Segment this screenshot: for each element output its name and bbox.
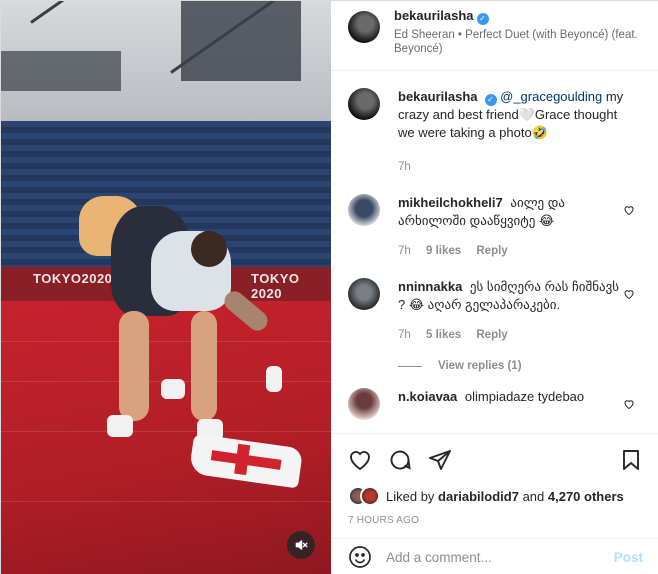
comment-item: mikheilchokheli7 აილე და არხილოში დააწყვ…: [348, 194, 643, 260]
avatar[interactable]: [348, 278, 380, 310]
avatar[interactable]: [348, 194, 380, 226]
like-heart-icon[interactable]: [348, 448, 372, 472]
like-comment-heart-icon[interactable]: [623, 398, 635, 413]
comment-time[interactable]: 7h: [398, 329, 411, 341]
liked-by-user-link[interactable]: dariabilodid7: [438, 489, 519, 504]
audio-track-link[interactable]: Ed Sheeran • Perfect Duet (with Beyoncé)…: [394, 28, 649, 56]
avatar[interactable]: [348, 11, 380, 43]
muted-speaker-icon: [294, 538, 308, 552]
like-comment-heart-icon[interactable]: [623, 288, 635, 303]
caption-time[interactable]: 7h: [398, 161, 411, 173]
reply-button[interactable]: Reply: [476, 245, 507, 257]
comment-username[interactable]: n.koiavaa: [398, 389, 457, 404]
post-side-panel: bekaurilasha ✓ Ed Sheeran • Perfect Duet …: [332, 1, 658, 574]
share-paper-plane-icon[interactable]: [428, 448, 452, 472]
comment-item: nninnakka ეს სიმღერა რას ჩიშნავს ? 😂 აღა…: [348, 278, 643, 344]
athlete-shoe: [107, 415, 133, 437]
light-rig: [181, 1, 301, 81]
athlete-shoe: [161, 379, 185, 399]
save-bookmark-icon[interactable]: [619, 448, 643, 472]
athlete-shoe: [266, 366, 282, 392]
avatar[interactable]: [360, 486, 380, 506]
banner-text-left: TOKYO2020: [33, 271, 113, 286]
comment-likes[interactable]: 9 likes: [426, 245, 461, 257]
add-comment-bar: Post: [332, 538, 658, 574]
avatar[interactable]: [348, 88, 380, 120]
comment-text: olimpiadaze tydebao: [464, 389, 585, 404]
avatar[interactable]: [348, 388, 380, 420]
caption-mention-link[interactable]: @_gracegoulding: [500, 89, 602, 104]
light-rig: [1, 51, 121, 91]
athlete-head: [191, 231, 227, 267]
emoji-smiley-icon[interactable]: [348, 545, 372, 569]
comment-likes[interactable]: 5 likes: [426, 329, 461, 341]
verified-badge-icon: ✓: [484, 94, 497, 106]
author-username[interactable]: bekaurilasha: [394, 8, 474, 23]
comments-list[interactable]: bekaurilasha ✓ @_gracegoulding my crazy a…: [332, 72, 658, 433]
caption: bekaurilasha ✓ @_gracegoulding my crazy a…: [348, 88, 643, 176]
post-actions: Liked by dariabilodid7 and 4,270 others …: [332, 433, 658, 553]
post-comment-button[interactable]: Post: [614, 550, 643, 565]
post-timestamp[interactable]: 7 HOURS AGO: [348, 515, 643, 526]
banner-text-right: TOKYO 2020: [251, 271, 300, 301]
verified-badge-icon: ✓: [476, 13, 489, 25]
like-comment-heart-icon[interactable]: [623, 204, 635, 219]
comment-bubble-icon[interactable]: [388, 448, 412, 472]
athlete-leg: [191, 311, 217, 421]
mute-button[interactable]: [287, 531, 315, 559]
comment-username[interactable]: nninnakka: [398, 279, 462, 294]
view-replies-button[interactable]: View replies (1): [398, 360, 643, 372]
comment-username[interactable]: mikheilchokheli7: [398, 195, 503, 210]
post-video[interactable]: TOKYO2020 TOKYO 2020: [1, 1, 331, 574]
caption-username[interactable]: bekaurilasha: [398, 89, 478, 104]
athlete-leg: [119, 311, 149, 421]
post-header: bekaurilasha ✓ Ed Sheeran • Perfect Duet …: [332, 1, 658, 71]
likes-summary: Liked by dariabilodid7 and 4,270 others: [348, 486, 643, 506]
instagram-post: TOKYO2020 TOKYO 2020 bekaurilasha ✓ Ed S…: [0, 0, 658, 574]
comment-item: n.koiavaa olimpiadaze tydebao: [348, 388, 643, 420]
comment-input[interactable]: [386, 549, 614, 565]
liked-by-others-link[interactable]: 4,270 others: [548, 489, 624, 504]
reply-button[interactable]: Reply: [476, 329, 507, 341]
comment-time[interactable]: 7h: [398, 245, 411, 257]
